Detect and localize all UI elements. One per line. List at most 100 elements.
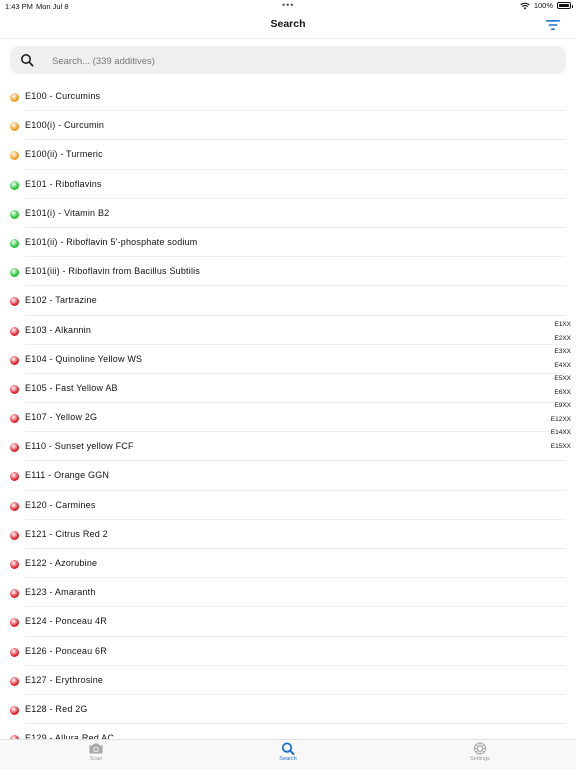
tab-scan-label: Scan — [89, 756, 103, 762]
list-item[interactable]: E127 - Erythrosine — [0, 666, 566, 696]
section-index-item[interactable]: E5XX — [554, 372, 571, 386]
status-dot-icon — [10, 530, 19, 540]
list-item-label: E127 - Erythrosine — [25, 674, 104, 685]
tab-search-label: Search — [279, 756, 297, 762]
additive-list[interactable]: E100 - Curcumins E100(i) - Curcumin E100(i… — [0, 82, 566, 740]
list-item-label: E104 - Quinoline Yellow WS — [25, 353, 143, 364]
status-dot-icon — [10, 560, 19, 569]
status-dot-icon — [10, 93, 19, 102]
list-item-label: E120 - Carmines — [25, 499, 96, 510]
status-dot-icon — [10, 238, 19, 248]
wifi-icon — [520, 2, 530, 9]
list-item[interactable]: E128 - Red 2G — [0, 695, 566, 725]
list-item[interactable]: E107 - Yellow 2G — [0, 403, 566, 433]
list-item-label: E121 - Citrus Red 2 — [25, 528, 108, 539]
list-item-label: E101(ii) - Riboflavin 5'-phosphate sodiu… — [25, 236, 198, 247]
tab-settings[interactable]: Settings — [450, 742, 510, 768]
list-item-label: E101 - Riboflavins — [25, 178, 102, 189]
section-index-item[interactable]: E9XX — [554, 399, 571, 413]
status-dot-icon — [10, 676, 19, 686]
status-dot-icon — [10, 589, 19, 599]
list-item[interactable]: E101(ii) - Riboflavin 5'-phosphate sodiu… — [0, 228, 566, 258]
status-dot-icon — [10, 355, 19, 365]
list-item-label: E101(iii) - Riboflavin from Bacillus Sub… — [25, 266, 201, 277]
tab-search[interactable]: Search — [258, 742, 318, 768]
list-item[interactable]: E101 - Riboflavins — [0, 170, 566, 199]
list-item[interactable]: E103 - Alkannin — [0, 316, 566, 345]
list-item-label: E128 - Red 2G — [25, 703, 88, 714]
tab-bar: Scan Search Settings — [0, 739, 576, 769]
list-item-label: E101(i) - Vitamin B2 — [25, 207, 110, 218]
list-item[interactable]: E111 - Orange GGN — [0, 461, 566, 491]
status-bar: 1:43 PM Mon Jul 8 ••• 100% — [0, 0, 576, 14]
list-item[interactable]: E122 - Azorubine — [0, 549, 566, 579]
section-index-item[interactable]: E15XX — [551, 440, 571, 454]
list-item[interactable]: E100 - Curcumins — [0, 82, 566, 112]
list-item-label: E103 - Alkannin — [25, 324, 92, 335]
status-dot-icon — [10, 326, 19, 336]
battery-icon — [557, 2, 573, 9]
section-index-item[interactable]: E4XX — [554, 359, 571, 373]
section-index-item[interactable]: E6XX — [554, 386, 571, 400]
status-dot-icon — [10, 122, 19, 132]
list-item[interactable]: E129 - Allura Red AC — [0, 724, 566, 740]
status-time: 1:43 PM — [5, 2, 33, 11]
list-item-label: E100 - Curcumins — [25, 91, 101, 101]
list-item[interactable]: E102 - Tartrazine — [0, 286, 566, 316]
gear-icon — [473, 742, 487, 755]
list-item[interactable]: E110 - Sunset yellow FCF — [0, 432, 566, 462]
camera-icon — [89, 743, 103, 754]
list-item-label: E100(i) - Curcumin — [25, 120, 105, 131]
page-title: Search — [270, 18, 306, 30]
section-index-item[interactable]: E3XX — [554, 345, 571, 359]
search-bar — [10, 46, 566, 74]
list-item[interactable]: E101(i) - Vitamin B2 — [0, 199, 566, 229]
list-item[interactable]: E126 - Ponceau 6R — [0, 637, 566, 666]
navigation-bar: Search — [0, 14, 576, 39]
filter-icon[interactable] — [546, 19, 560, 31]
list-item-label: E105 - Fast Yellow AB — [25, 382, 118, 393]
section-index[interactable]: E1XX E2XX E3XX E4XX E5XX E6XX E9XX E12XX E14XX E1… — [543, 318, 571, 453]
list-item-label: E102 - Tartrazine — [25, 295, 97, 306]
section-index-item[interactable]: E14XX — [551, 426, 571, 440]
search-icon — [21, 54, 34, 67]
status-dot-icon — [10, 618, 19, 628]
section-index-item[interactable]: E12XX — [551, 413, 571, 427]
status-dot-icon — [10, 151, 19, 161]
list-item[interactable]: E101(iii) - Riboflavin from Bacillus Sub… — [0, 257, 566, 287]
status-dot-icon — [10, 268, 19, 278]
section-index-item[interactable]: E1XX — [554, 318, 571, 332]
list-item-label: E100(ii) - Turmeric — [25, 149, 103, 160]
list-item-label: E122 - Azorubine — [25, 558, 98, 568]
list-item[interactable]: E124 - Ponceau 4R — [0, 607, 566, 637]
status-dot-icon — [10, 414, 19, 424]
list-item-label: E107 - Yellow 2G — [25, 412, 98, 423]
search-input[interactable] — [50, 52, 554, 70]
list-item-label: E126 - Ponceau 6R — [25, 645, 107, 656]
multitasking-dots-icon[interactable]: ••• — [282, 0, 294, 10]
status-dot-icon — [10, 180, 19, 190]
list-item[interactable]: E123 - Amaranth — [0, 578, 566, 608]
list-item[interactable]: E104 - Quinoline Yellow WS — [0, 345, 566, 375]
list-item[interactable]: E100(ii) - Turmeric — [0, 140, 566, 170]
list-item[interactable]: E100(i) - Curcumin — [0, 111, 566, 141]
tab-scan[interactable]: Scan — [66, 742, 126, 768]
section-index-item[interactable]: E2XX — [554, 332, 571, 346]
status-dot-icon — [10, 297, 19, 307]
status-dot-icon — [10, 443, 19, 453]
list-item[interactable]: E121 - Citrus Red 2 — [0, 520, 566, 550]
tab-settings-label: Settings — [470, 756, 490, 762]
battery-percent: 100% — [533, 1, 553, 10]
status-dot-icon — [10, 647, 19, 657]
list-item-label: E124 - Ponceau 4R — [25, 616, 107, 627]
list-item[interactable]: E105 - Fast Yellow AB — [0, 374, 566, 404]
status-dot-icon — [10, 472, 19, 482]
status-dot-icon — [10, 705, 19, 715]
list-item-label: E110 - Sunset yellow FCF — [25, 441, 134, 452]
list-item-label: E123 - Amaranth — [25, 587, 96, 598]
status-dot-icon — [10, 501, 19, 511]
status-dot-icon — [10, 384, 19, 394]
status-date: Mon Jul 8 — [36, 2, 69, 11]
list-item[interactable]: E120 - Carmines — [0, 491, 566, 521]
list-item-label: E111 - Orange GGN — [25, 470, 110, 481]
